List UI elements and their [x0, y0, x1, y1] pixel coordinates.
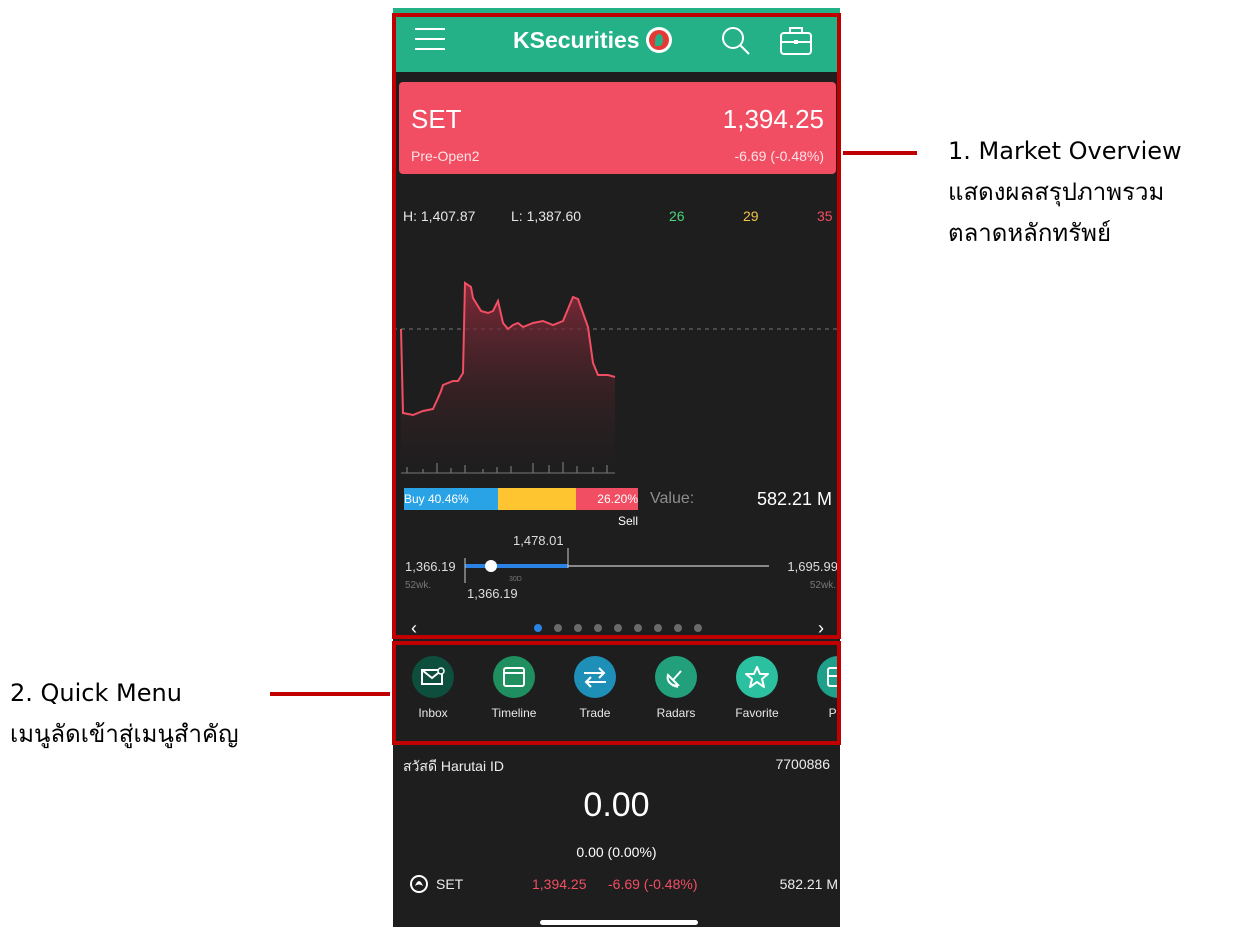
quick-menu-highlight: [392, 641, 841, 745]
annotation-line: ตลาดหลักทรัพย์: [948, 219, 1112, 247]
quick-menu-annotation: 2. Quick Menu เมนูลัดเข้าสู่เมนูสำคัญ: [10, 673, 239, 755]
market-overview-annotation: 1. Market Overview แสดงผลสรุปภาพรวม ตลาด…: [948, 131, 1182, 254]
balance-change: 0.00 (0.00%): [576, 844, 657, 860]
market-overview-highlight: [392, 13, 841, 639]
ticker-price: 1,394.25: [532, 876, 587, 892]
home-indicator[interactable]: [540, 920, 698, 925]
market-overview-callout-line: [843, 151, 917, 155]
annotation-line: เมนูลัดเข้าสู่เมนูสำคัญ: [10, 720, 239, 748]
kbank-leaf-icon: [410, 875, 428, 893]
annotation-title: 1. Market Overview: [948, 137, 1182, 165]
account-number[interactable]: 7700886: [775, 756, 830, 772]
ticker-name: SET: [436, 876, 464, 892]
annotation-title: 2. Quick Menu: [10, 679, 182, 707]
ticker-change: -6.69 (-0.48%): [608, 876, 698, 892]
portfolio-balance: 0.00: [583, 786, 650, 824]
greeting: สวัสดี Harutai ID: [403, 758, 504, 774]
annotation-line: แสดงผลสรุปภาพรวม: [948, 178, 1165, 206]
quick-menu-callout-line: [270, 692, 390, 696]
ticker-value: 582.21 M: [779, 876, 838, 892]
